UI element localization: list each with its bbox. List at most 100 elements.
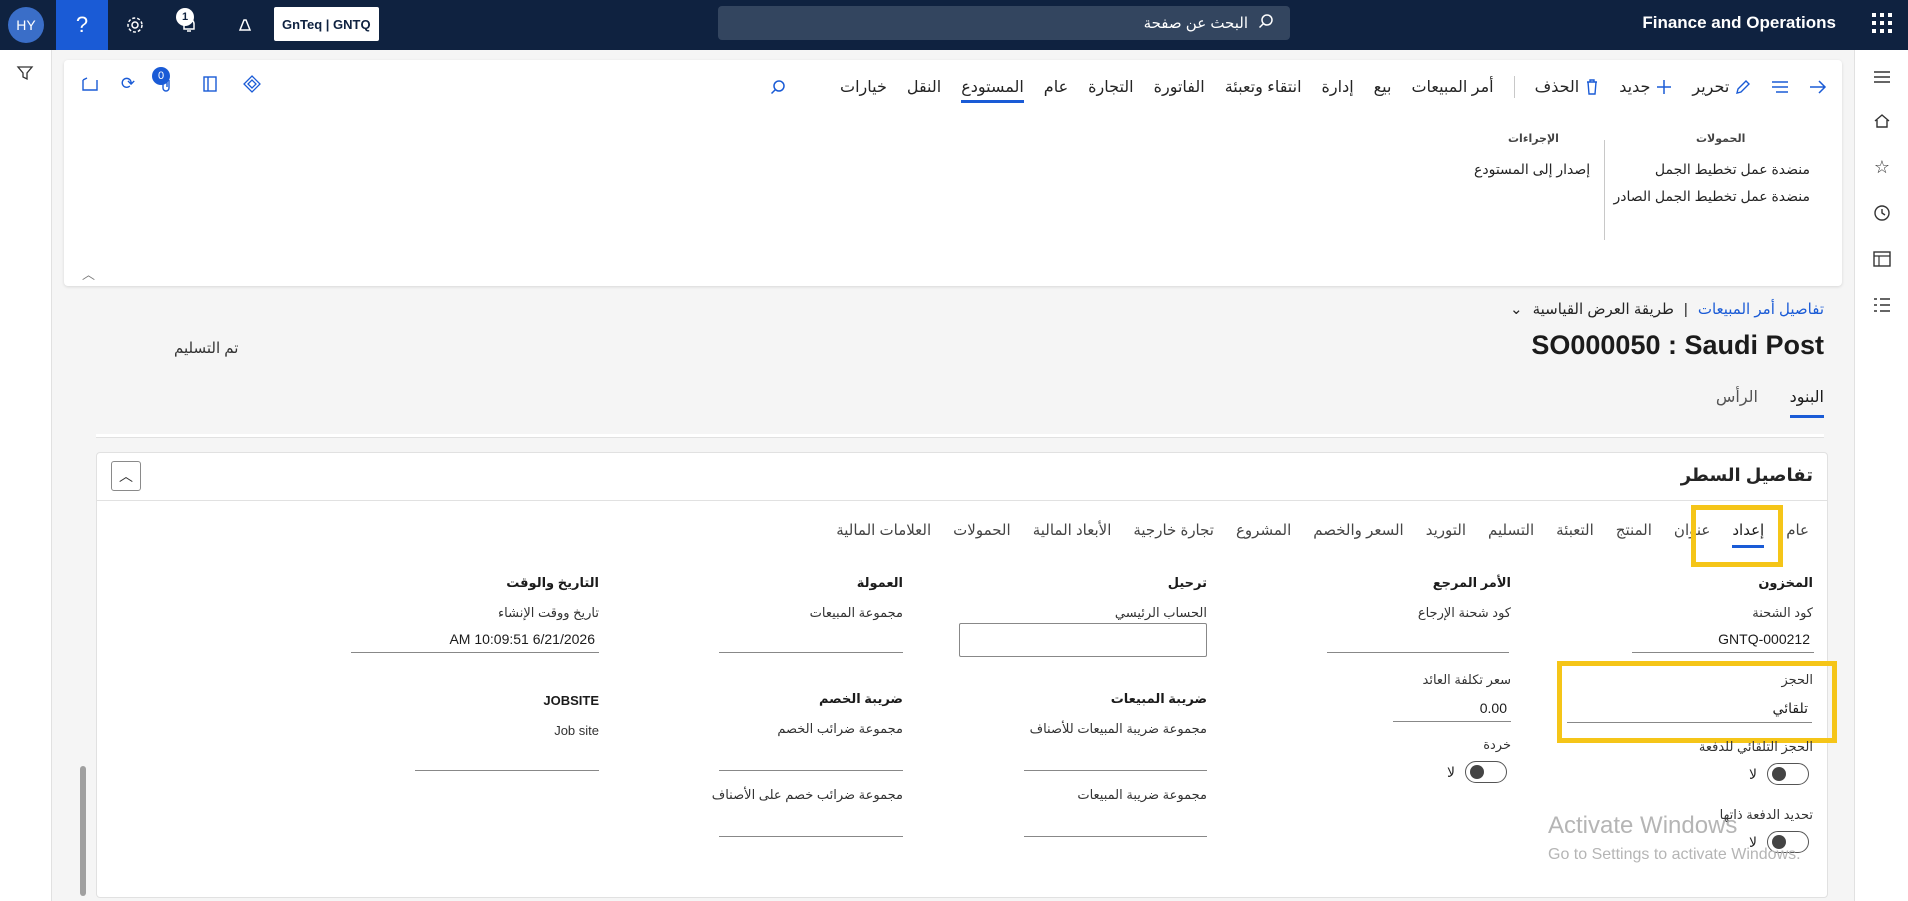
- reservation-field[interactable]: تلقائي: [1567, 695, 1812, 723]
- menu-divider: [1513, 76, 1515, 98]
- sales-group-field[interactable]: [719, 625, 903, 653]
- tab-invoice[interactable]: الفاتورة: [1154, 77, 1205, 97]
- item-withholding-tax-group-field[interactable]: [719, 809, 903, 837]
- help-icon: ?: [75, 12, 89, 37]
- status-text: تم التسليم: [174, 340, 239, 357]
- refresh-icon[interactable]: ⟳: [114, 70, 142, 98]
- app-title: Finance and Operations: [1642, 13, 1836, 32]
- line-details-header: تفاصيل السطر ︿: [97, 453, 1827, 501]
- posting-group-title: ترحيل: [1167, 575, 1207, 590]
- tab-manage[interactable]: إدارة: [1322, 77, 1354, 97]
- sales-group-label: مجموعة المبيعات: [809, 605, 903, 620]
- breadcrumb-separator: |: [1683, 300, 1688, 318]
- power-apps-icon[interactable]: [238, 70, 266, 98]
- action-pane: ⟳ 0 خيارات النقل المستودع عام التجارة ال…: [64, 60, 1842, 286]
- line-details-title: تفاصيل السطر: [1680, 465, 1813, 485]
- sales-tax-group-field[interactable]: [1024, 809, 1207, 837]
- page-title: SO000050 : Saudi Post: [1531, 330, 1824, 360]
- item-sales-tax-group-field[interactable]: [1024, 743, 1207, 771]
- outbound-load-planning-link[interactable]: منضدة عمل تخطيط الجمل الصادر: [1613, 188, 1810, 205]
- workspaces-icon[interactable]: [1869, 246, 1895, 272]
- modules-list-icon[interactable]: [1869, 292, 1895, 318]
- detail-tab-financial-dimensions[interactable]: الأبعاد المالية: [1033, 521, 1112, 548]
- delete-button[interactable]: الحذف: [1535, 77, 1600, 97]
- open-in-office-icon[interactable]: [76, 70, 104, 98]
- chevron-down-icon[interactable]: ⌄: [1510, 300, 1523, 318]
- withholding-tax-group-label: مجموعة ضرائب الخصم: [777, 721, 903, 736]
- return-lot-code-label: كود شحنة الإرجاع: [1417, 605, 1511, 620]
- vertical-scrollbar[interactable]: [80, 766, 86, 896]
- detail-tab-foreign-trade[interactable]: تجارة خارجية: [1133, 521, 1214, 548]
- delete-label: الحذف: [1534, 79, 1580, 96]
- favorites-star-icon[interactable]: ☆: [1869, 154, 1895, 180]
- notification-count-badge: 1: [176, 8, 194, 26]
- tab-options[interactable]: خيارات: [840, 77, 887, 97]
- line-detail-tabs: عام إعداد عنوان المنتج التعبئة التسليم ا…: [836, 521, 1809, 548]
- tab-sales-order[interactable]: أمر المبيعات: [1411, 77, 1493, 97]
- new-button[interactable]: جديد: [1619, 77, 1672, 97]
- list-view-icon[interactable]: [1771, 80, 1789, 94]
- edit-button[interactable]: تحرير: [1692, 77, 1751, 97]
- breadcrumb-sales-order-details[interactable]: تفاصيل أمر المبيعات: [1698, 300, 1824, 318]
- copilot-icon[interactable]: [232, 12, 258, 38]
- tab-trade[interactable]: التجارة: [1088, 77, 1133, 97]
- tab-header[interactable]: الرأس: [1716, 387, 1758, 415]
- scrap-toggle[interactable]: [1464, 761, 1507, 783]
- detail-tab-general[interactable]: عام: [1786, 521, 1809, 548]
- top-bar: HY ? 1 GnTeq | GNTQ البحث عن صفحة Financ…: [0, 0, 1908, 50]
- tab-sell[interactable]: بيع: [1374, 77, 1392, 97]
- search-placeholder: البحث عن صفحة: [1143, 15, 1248, 32]
- detail-tab-packing[interactable]: التعبئة: [1556, 521, 1594, 548]
- tab-warehouse[interactable]: المستودع: [961, 77, 1024, 103]
- main-account-label: الحساب الرئيسي: [1114, 605, 1207, 620]
- return-cost-price-field[interactable]: 0.00: [1393, 694, 1511, 722]
- highlight-setup-tab: [1691, 505, 1783, 567]
- detail-tab-financial-tags[interactable]: العلامات المالية: [836, 521, 931, 548]
- actions-group-title: الإجراءات: [1508, 133, 1559, 145]
- find-search-icon[interactable]: [770, 79, 786, 95]
- forward-arrow-icon[interactable]: [1809, 79, 1827, 95]
- inventory-group-title: المخزون: [1758, 575, 1813, 590]
- tab-pick-pack[interactable]: انتقاء وتعبئة: [1225, 77, 1302, 97]
- filter-icon[interactable]: [12, 60, 38, 86]
- detail-tab-project[interactable]: المشروع: [1236, 521, 1291, 548]
- scrap-label: خردة: [1483, 737, 1511, 752]
- help-button[interactable]: ?: [56, 0, 108, 50]
- detail-tab-supply[interactable]: التوريد: [1426, 521, 1466, 548]
- hamburger-menu-icon[interactable]: [1869, 64, 1895, 90]
- settings-gear-icon[interactable]: [122, 12, 148, 38]
- collapse-chevron-up-icon[interactable]: ︿: [82, 264, 95, 283]
- jobsite-group-title: JOBSITE: [543, 693, 599, 708]
- search-box[interactable]: البحث عن صفحة: [718, 6, 1290, 40]
- recent-clock-icon[interactable]: [1869, 200, 1895, 226]
- user-avatar[interactable]: HY: [8, 7, 44, 43]
- view-selector-label[interactable]: طريقة العرض القياسية: [1533, 300, 1674, 318]
- return-lot-code-field[interactable]: [1327, 625, 1509, 653]
- collapse-section-button[interactable]: ︿: [111, 461, 141, 491]
- item-sales-tax-group-label: مجموعة ضريبة المبيعات للأصناف: [1029, 721, 1207, 736]
- company-picker[interactable]: GnTeq | GNTQ: [274, 7, 379, 41]
- release-to-warehouse-link[interactable]: إصدار إلى المستودع: [1474, 161, 1590, 178]
- activate-windows-subtitle: Go to Settings to activate Windows.: [1548, 846, 1801, 863]
- plus-icon: [1657, 80, 1672, 94]
- job-site-field[interactable]: [415, 743, 599, 771]
- tab-general[interactable]: عام: [1044, 77, 1068, 97]
- batch-code-field[interactable]: GNTQ-000212: [1632, 625, 1814, 653]
- app-launcher-icon[interactable]: [1872, 13, 1892, 33]
- created-datetime-field[interactable]: AM 10:09:51 6/21/2026: [351, 625, 599, 653]
- tab-transport[interactable]: النقل: [907, 77, 941, 97]
- auto-batch-reservation-toggle[interactable]: [1766, 763, 1809, 785]
- tab-lines[interactable]: البنود: [1789, 387, 1824, 418]
- detail-tab-loads[interactable]: الحمولات: [953, 521, 1011, 548]
- office-icon[interactable]: [196, 70, 224, 98]
- home-icon[interactable]: [1869, 108, 1895, 134]
- action-menu: خيارات النقل المستودع عام التجارة الفاتو…: [770, 70, 1827, 104]
- detail-tab-delivery[interactable]: التسليم: [1488, 521, 1534, 548]
- auto-batch-reservation-toggle-row: لا: [1749, 763, 1809, 785]
- load-planning-workbench-link[interactable]: منضدة عمل تخطيط الجمل: [1655, 161, 1810, 178]
- withholding-tax-group-field[interactable]: [719, 743, 903, 771]
- main-account-input[interactable]: [959, 623, 1207, 657]
- reference-order-group-title: الأمر المرجع: [1432, 575, 1511, 590]
- detail-tab-product[interactable]: المنتج: [1616, 521, 1652, 548]
- detail-tab-price-discount[interactable]: السعر والخصم: [1313, 521, 1403, 548]
